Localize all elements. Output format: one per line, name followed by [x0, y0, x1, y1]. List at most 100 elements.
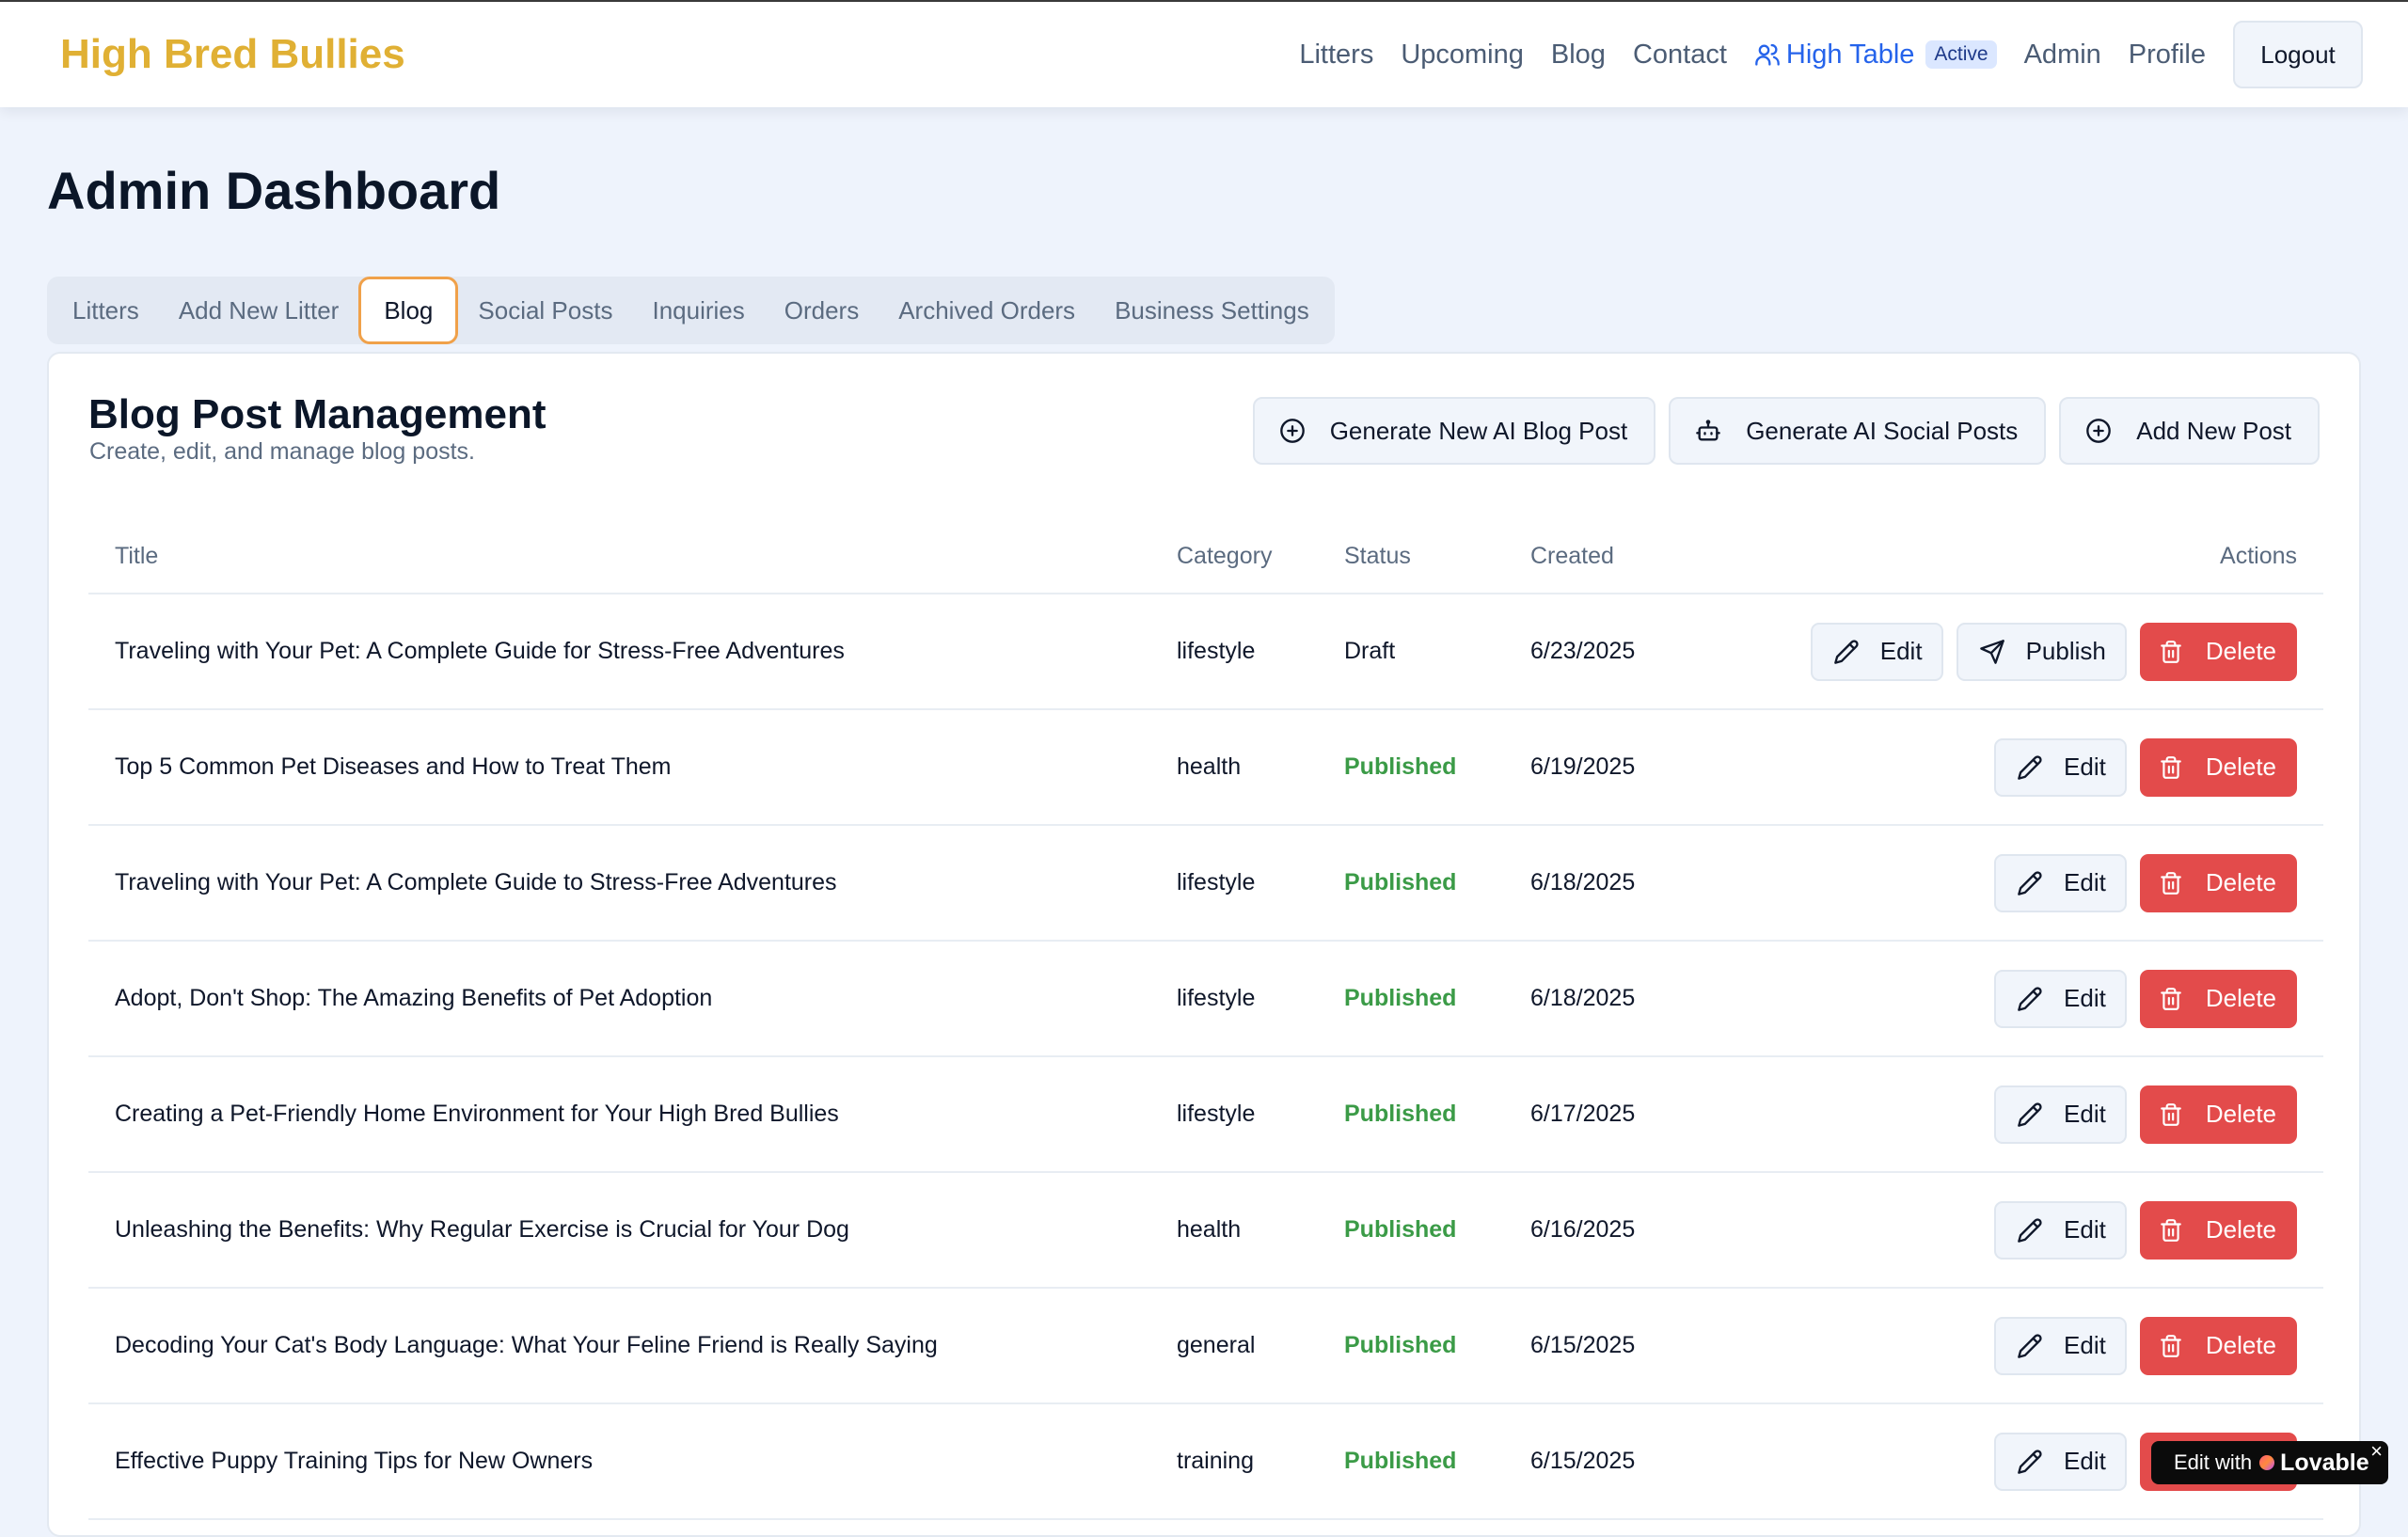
pencil-icon	[2017, 870, 2064, 896]
delete-button[interactable]: Delete	[2139, 853, 2297, 912]
tab-inquiries[interactable]: Inquiries	[632, 277, 764, 344]
add-new-post-label: Add New Post	[2136, 416, 2291, 445]
edit-button[interactable]: Edit	[1994, 853, 2127, 912]
post-status: Published	[1344, 1216, 1457, 1243]
post-created: 6/18/2025	[1530, 985, 1636, 1011]
delete-button[interactable]: Delete	[2139, 1316, 2297, 1375]
row-actions: Edit Delete	[1766, 1316, 2323, 1375]
post-created: 6/15/2025	[1530, 1332, 1636, 1358]
tab-archived-orders[interactable]: Archived Orders	[879, 277, 1095, 344]
tab-social-posts[interactable]: Social Posts	[458, 277, 632, 344]
nav-litters[interactable]: Litters	[1299, 40, 1373, 71]
edit-button[interactable]: Edit	[1994, 1432, 2127, 1491]
delete-button[interactable]: Delete	[2139, 1200, 2297, 1260]
users-icon	[1754, 41, 1786, 68]
header-status: Status	[1344, 542, 1411, 569]
tab-business-settings[interactable]: Business Settings	[1095, 277, 1329, 344]
table-header: Title Category Status Created Actions	[88, 519, 2323, 594]
edit-button[interactable]: Edit	[1810, 622, 1943, 681]
logout-button[interactable]: Logout	[2233, 21, 2363, 88]
trash-icon	[2159, 1102, 2206, 1127]
edit-label: Edit	[2064, 1447, 2106, 1475]
edit-label: Edit	[2064, 1331, 2106, 1359]
edit-button[interactable]: Edit	[1994, 1200, 2127, 1260]
lovable-brand: Lovable	[2280, 1449, 2369, 1476]
nav-admin[interactable]: Admin	[2024, 40, 2101, 71]
delete-button[interactable]: Delete	[2139, 622, 2297, 681]
edit-button[interactable]: Edit	[1994, 969, 2127, 1028]
nav-blog[interactable]: Blog	[1551, 40, 1606, 71]
tab-add-new-litter[interactable]: Add New Litter	[159, 277, 359, 344]
delete-label: Delete	[2205, 753, 2276, 781]
row-actions: Edit Delete	[1766, 1085, 2323, 1144]
table-row: Creating a Pet-Friendly Home Environment…	[88, 1057, 2323, 1173]
table-row: Unleashing the Benefits: Why Regular Exe…	[88, 1173, 2323, 1289]
edit-label: Edit	[2064, 753, 2106, 781]
post-title: Effective Puppy Training Tips for New Ow…	[115, 1448, 594, 1474]
table-row: Traveling with Your Pet: A Complete Guid…	[88, 594, 2323, 710]
active-badge: Active	[1925, 40, 1997, 69]
pencil-icon	[2017, 1333, 2064, 1359]
table-row: Decoding Your Cat's Body Language: What …	[88, 1289, 2323, 1404]
post-category: training	[1177, 1448, 1254, 1474]
post-category: health	[1177, 753, 1242, 780]
pencil-icon	[2017, 1101, 2064, 1128]
post-category: lifestyle	[1177, 869, 1256, 895]
post-title: Top 5 Common Pet Diseases and How to Tre…	[115, 753, 672, 780]
trash-icon	[2159, 755, 2206, 780]
nav-profile[interactable]: Profile	[2129, 40, 2206, 71]
edit-button[interactable]: Edit	[1994, 737, 2127, 797]
nav-high-table[interactable]: High Table Active	[1754, 40, 1997, 71]
edit-button[interactable]: Edit	[1994, 1316, 2127, 1375]
pencil-icon	[2017, 1217, 2064, 1244]
generate-ai-blog-post-button[interactable]: Generate New AI Blog Post	[1252, 397, 1656, 465]
trash-icon	[2159, 640, 2206, 664]
plus-circle-icon	[2085, 418, 2136, 444]
row-actions: Edit Delete	[1766, 737, 2323, 797]
brand-logo[interactable]: High Bred Bullies	[60, 31, 405, 78]
blog-management-card: Blog Post Management Create, edit, and m…	[47, 352, 2361, 1537]
nav-high-table-label: High Table	[1785, 39, 1915, 70]
generate-ai-blog-post-label: Generate New AI Blog Post	[1329, 416, 1628, 445]
pencil-icon	[1833, 639, 1880, 665]
table-row: Adopt, Don't Shop: The Amazing Benefits …	[88, 942, 2323, 1057]
add-new-post-button[interactable]: Add New Post	[2059, 397, 2320, 465]
nav-contact[interactable]: Contact	[1633, 40, 1727, 71]
post-status: Draft	[1344, 638, 1396, 664]
post-category: lifestyle	[1177, 638, 1256, 664]
post-created: 6/19/2025	[1530, 753, 1636, 780]
delete-button[interactable]: Delete	[2139, 737, 2297, 797]
post-created: 6/15/2025	[1530, 1448, 1636, 1474]
post-status: Published	[1344, 1448, 1457, 1474]
close-icon[interactable]: ×	[2370, 1439, 2383, 1464]
tab-orders[interactable]: Orders	[765, 277, 879, 344]
edit-button[interactable]: Edit	[1994, 1085, 2127, 1144]
trash-icon	[2159, 871, 2206, 895]
trash-icon	[2159, 1334, 2206, 1358]
post-created: 6/18/2025	[1530, 869, 1636, 895]
generate-ai-social-posts-button[interactable]: Generate AI Social Posts	[1669, 397, 2047, 465]
post-category: health	[1177, 1216, 1242, 1243]
edit-label: Edit	[1879, 637, 1923, 665]
lovable-prefix: Edit with	[2174, 1450, 2253, 1474]
delete-button[interactable]: Delete	[2139, 969, 2297, 1028]
publish-label: Publish	[2025, 637, 2106, 665]
main-nav: Litters Upcoming Blog Contact High Table…	[1272, 21, 2363, 88]
trash-icon	[2159, 987, 2206, 1011]
table-body: Traveling with Your Pet: A Complete Guid…	[88, 594, 2323, 1520]
plus-circle-icon	[1279, 418, 1330, 444]
table-row: Traveling with Your Pet: A Complete Guid…	[88, 826, 2323, 942]
tab-litters[interactable]: Litters	[53, 277, 159, 344]
nav-upcoming[interactable]: Upcoming	[1401, 40, 1524, 71]
pencil-icon	[2017, 754, 2064, 781]
row-actions: Edit Publish Delete	[1766, 622, 2323, 681]
tab-blog[interactable]: Blog	[358, 277, 459, 344]
post-category: lifestyle	[1177, 985, 1256, 1011]
edit-with-lovable-badge[interactable]: Edit with Lovable ×	[2151, 1439, 2388, 1484]
header-created: Created	[1530, 542, 1614, 569]
delete-label: Delete	[2205, 1331, 2276, 1359]
card-title: Blog Post Management	[88, 391, 547, 437]
post-category: general	[1177, 1332, 1256, 1358]
publish-button[interactable]: Publish	[1956, 622, 2127, 681]
delete-button[interactable]: Delete	[2139, 1085, 2297, 1144]
